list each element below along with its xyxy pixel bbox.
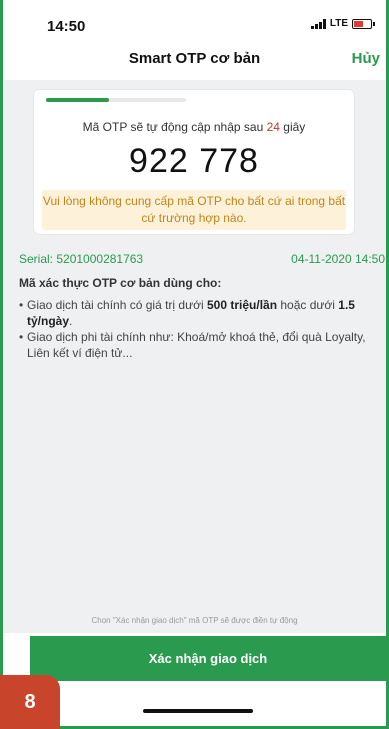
usage-item-non-financial: Giao dịch phi tài chính như: Khoá/mở kho… xyxy=(19,329,374,361)
status-bar: 14:50 LTE xyxy=(3,0,386,40)
signal-icon xyxy=(310,18,326,29)
page-title: Smart OTP cơ bản xyxy=(128,50,261,67)
usage-list: Giao dịch tài chính có giá trị dưới 500 … xyxy=(19,297,374,361)
cancel-button[interactable]: Hủy xyxy=(352,50,380,67)
battery-icon xyxy=(352,18,375,29)
otp-info-prefix: Mã OTP sẽ tự động cập nhập sau xyxy=(82,120,267,134)
page-number-badge: 8 xyxy=(0,675,60,729)
network-label: LTE xyxy=(329,18,348,29)
otp-code: 922 778 xyxy=(129,142,259,180)
home-indicator[interactable] xyxy=(143,709,253,713)
usage-item-financial: Giao dịch tài chính có giá trị dưới 500 … xyxy=(19,297,374,329)
confirm-transaction-button[interactable]: Xác nhận giao dịch xyxy=(30,636,386,681)
usage-limit-per-transaction: 500 triệu/lần xyxy=(207,298,278,312)
app-frame: 14:50 LTE Smart OTP cơ bản Hủy Mã OTP sẽ… xyxy=(0,0,389,729)
otp-card: Mã OTP sẽ tự động cập nhập sau 24 giây 9… xyxy=(33,89,355,235)
status-time: 14:50 xyxy=(47,18,86,35)
usage-text: hoặc dưới xyxy=(277,298,339,312)
usage-text: . xyxy=(69,314,73,328)
otp-seconds: 24 xyxy=(266,120,280,134)
usage-heading: Mã xác thực OTP cơ bản dùng cho: xyxy=(19,276,222,290)
otp-datetime: 04-11-2020 14:50 xyxy=(291,252,385,266)
serial-number: Serial: 5201000281763 xyxy=(19,252,144,266)
otp-info-suffix: giây xyxy=(279,120,306,134)
otp-timer-progress-fill xyxy=(46,98,109,102)
otp-timer-progress xyxy=(46,98,186,102)
status-indicators: LTE xyxy=(310,18,375,29)
usage-text: Giao dịch tài chính có giá trị dưới xyxy=(27,298,207,312)
otp-refresh-info: Mã OTP sẽ tự động cập nhập sau 24 giây xyxy=(34,120,354,134)
autofill-hint: Chọn "Xác nhận giao dịch" mã OTP sẽ được… xyxy=(91,616,298,625)
otp-warning: Vui lòng không cung cấp mã OTP cho bất c… xyxy=(42,190,346,230)
nav-bar: Smart OTP cơ bản Hủy xyxy=(3,42,386,78)
